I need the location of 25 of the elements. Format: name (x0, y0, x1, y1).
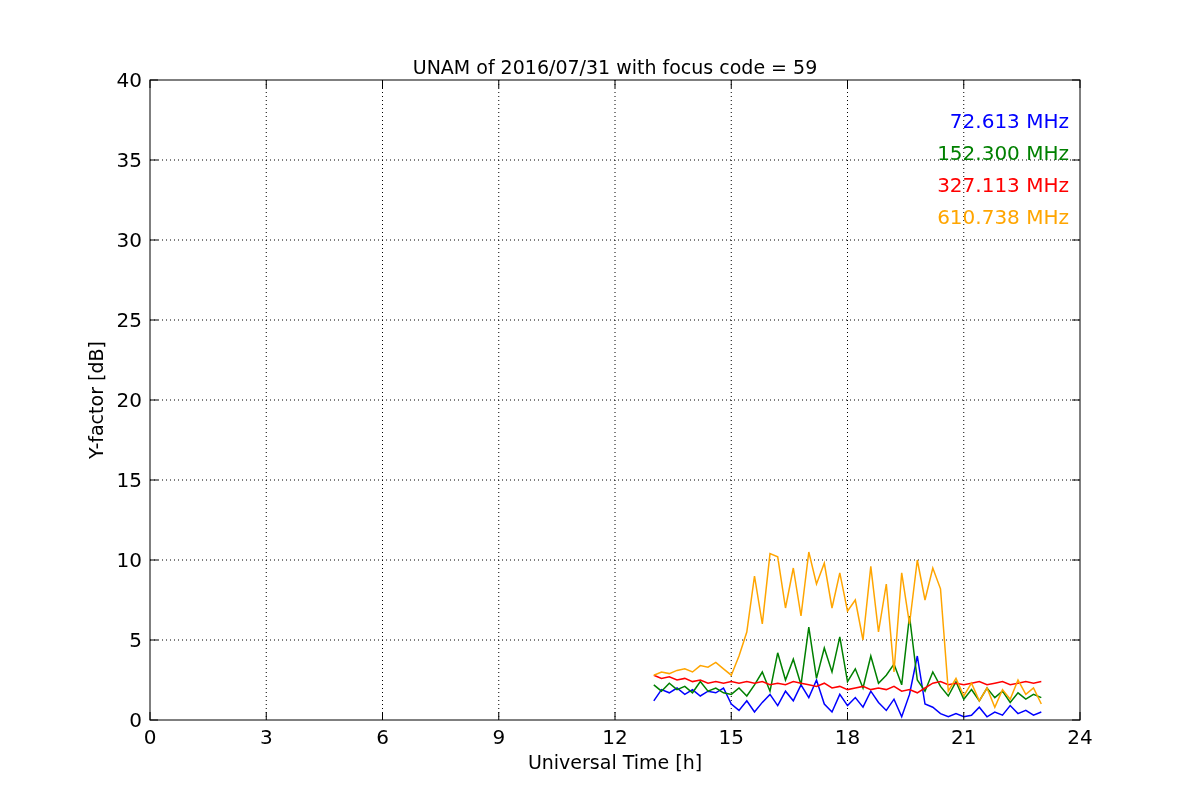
tick-label: 21 (951, 725, 977, 749)
tick-label: 15 (718, 725, 744, 749)
chart-title: UNAM of 2016/07/31 with focus code = 59 (412, 56, 818, 78)
tick-label: 35 (116, 148, 142, 172)
axis-label: Universal Time [h] (527, 751, 703, 773)
tick-label: 0 (129, 708, 142, 732)
tick-label: 6 (376, 725, 389, 749)
legend-label: 327.113 MHz (937, 173, 1069, 197)
tick-label: 0 (143, 725, 157, 749)
tick-label: 3 (259, 725, 273, 749)
tick-label: 5 (129, 628, 142, 652)
legend-label: 152.300 MHz (937, 141, 1069, 165)
axis-label: Y-factor [dB] (85, 341, 107, 459)
tick-label: 15 (116, 468, 142, 492)
tick-label: 30 (116, 228, 142, 252)
tick-label: 9 (492, 725, 506, 749)
legend-label: 72.613 MHz (949, 109, 1069, 133)
tick-label: 24 (1067, 725, 1093, 749)
tick-label: 10 (116, 548, 142, 572)
tick-label: 25 (116, 308, 142, 332)
tick-label: 12 (602, 725, 628, 749)
tick-label: 40 (116, 68, 142, 92)
tick-label: 18 (834, 725, 861, 749)
tick-label: 20 (116, 388, 142, 412)
legend-label: 610.738 MHz (937, 205, 1069, 229)
